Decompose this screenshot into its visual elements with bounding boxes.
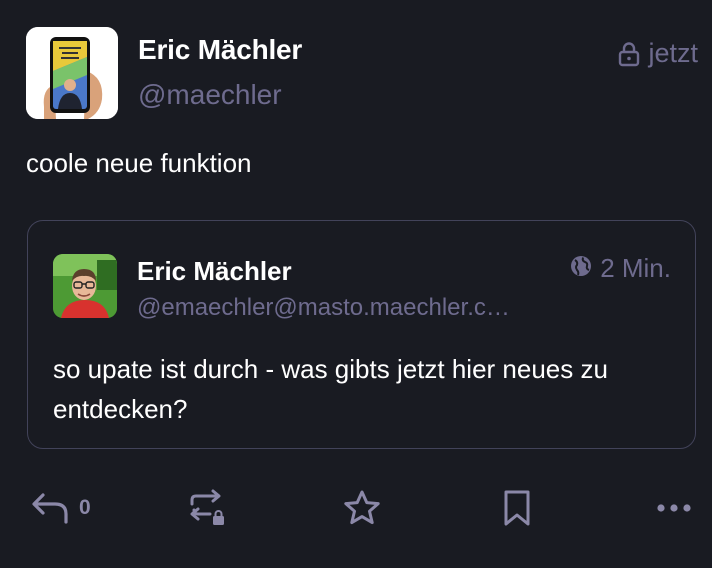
reply-button[interactable]: 0: [31, 480, 91, 536]
reply-icon: [31, 491, 69, 525]
lock-icon: [618, 41, 640, 67]
quoted-post-time[interactable]: 2 Min.: [600, 253, 671, 284]
quoted-author-handle[interactable]: @emaechler@masto.maechler.c…: [137, 294, 537, 322]
boost-locked-icon: [188, 488, 228, 528]
status-post[interactable]: Eric Mächler @maechler jetzt coole neue …: [0, 0, 712, 568]
quoted-author-display-name[interactable]: Eric Mächler: [137, 256, 292, 287]
boost-button[interactable]: [188, 480, 228, 536]
post-content: coole neue funktion: [26, 148, 252, 178]
quoted-post-meta: 2 Min.: [570, 253, 671, 284]
favourite-button[interactable]: [342, 480, 382, 536]
more-button[interactable]: [656, 480, 692, 536]
reply-count: 0: [79, 496, 91, 519]
star-icon: [342, 488, 382, 528]
author-handle[interactable]: @maechler: [138, 79, 282, 111]
post-time[interactable]: jetzt: [648, 38, 698, 69]
bookmark-button[interactable]: [501, 480, 533, 536]
post-meta: jetzt: [618, 38, 698, 69]
more-icon: [656, 503, 692, 513]
author-avatar[interactable]: [26, 27, 118, 119]
bookmark-icon: [501, 488, 533, 528]
author-display-name[interactable]: Eric Mächler: [138, 34, 302, 66]
quoted-post-content: so upate ist durch - was gibts jetzt hie…: [53, 354, 608, 424]
action-bar: 0: [0, 480, 712, 536]
globe-icon: [570, 253, 592, 284]
quoted-author-avatar[interactable]: [53, 254, 117, 318]
quoted-post-card[interactable]: Eric Mächler @emaechler@masto.maechler.c…: [27, 220, 696, 449]
